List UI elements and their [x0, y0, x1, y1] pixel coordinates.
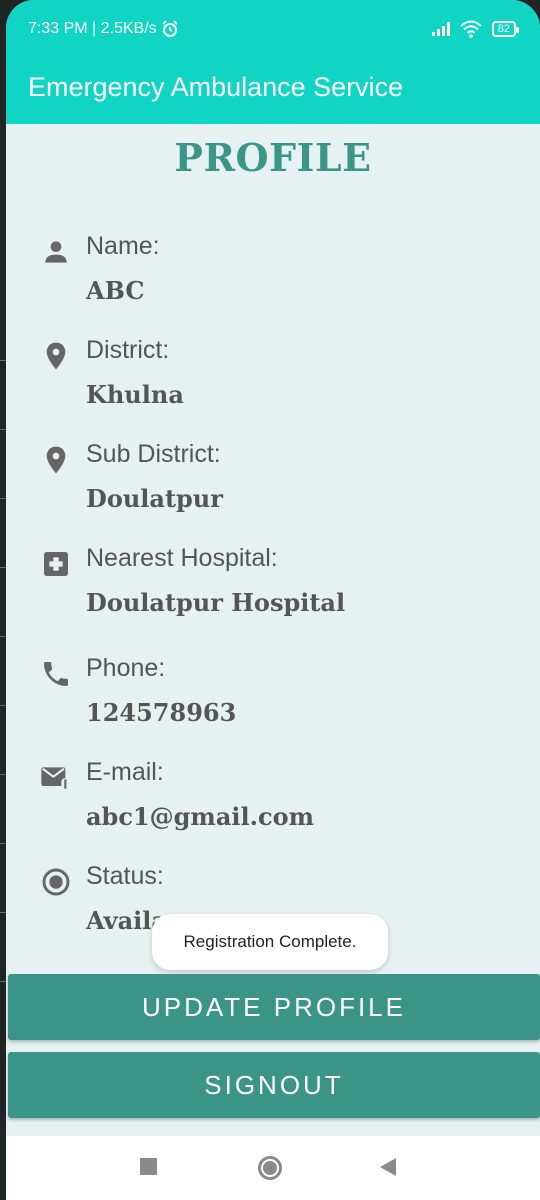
alarm-icon [162, 20, 178, 37]
field-value-sub-district: Doulatpur [86, 484, 223, 513]
field-label-status: Status: [86, 862, 164, 890]
field-label-district: District: [86, 336, 170, 364]
status-time-speed: 7:33 PM | 2.5KB/s [28, 20, 157, 37]
profile-screen: 7:33 PM | 2.5KB/s 82 Emergency Ambulance… [6, 0, 540, 1200]
signout-button[interactable]: SIGNOUT [8, 1052, 540, 1118]
field-label-name: Name: [86, 232, 160, 260]
phone-icon [44, 662, 68, 686]
app-bar: Emergency Ambulance Service [6, 60, 540, 124]
page-title: PROFILE [174, 135, 372, 180]
radio-button-icon [42, 868, 70, 896]
recent-apps-icon[interactable] [140, 1158, 157, 1175]
field-label-email: E-mail: [86, 758, 164, 786]
toast-message: Registration Complete. [152, 914, 388, 970]
field-label-nearest-hospital: Nearest Hospital: [86, 544, 278, 572]
app-title: Emergency Ambulance Service [28, 72, 404, 102]
status-bar: 7:33 PM | 2.5KB/s 82 [6, 0, 540, 60]
field-value-district: Khulna [86, 380, 184, 409]
location-pin-icon [46, 342, 66, 370]
status-left: 7:33 PM | 2.5KB/s [28, 20, 179, 38]
update-profile-button[interactable]: UPDATE PROFILE [8, 974, 540, 1040]
wifi-icon [460, 20, 482, 38]
field-label-sub-district: Sub District: [86, 440, 221, 468]
home-icon[interactable] [258, 1156, 282, 1180]
field-value-phone: 124578963 [86, 698, 237, 727]
location-pin-icon [46, 446, 66, 474]
field-value-email: abc1@gmail.com [86, 802, 314, 831]
field-value-nearest-hospital: Doulatpur Hospital [86, 588, 346, 617]
back-icon[interactable] [380, 1158, 396, 1176]
status-right: 82 [431, 20, 520, 38]
battery-level: 82 [497, 23, 510, 35]
mail-attachment-icon [41, 767, 70, 792]
battery-icon: 82 [491, 21, 520, 37]
field-label-phone: Phone: [86, 654, 166, 682]
person-icon [45, 241, 67, 263]
hospital-cross-icon [44, 552, 68, 576]
system-nav-bar [6, 1136, 540, 1200]
signal-icon [431, 22, 450, 36]
field-value-name: ABC [86, 276, 145, 305]
